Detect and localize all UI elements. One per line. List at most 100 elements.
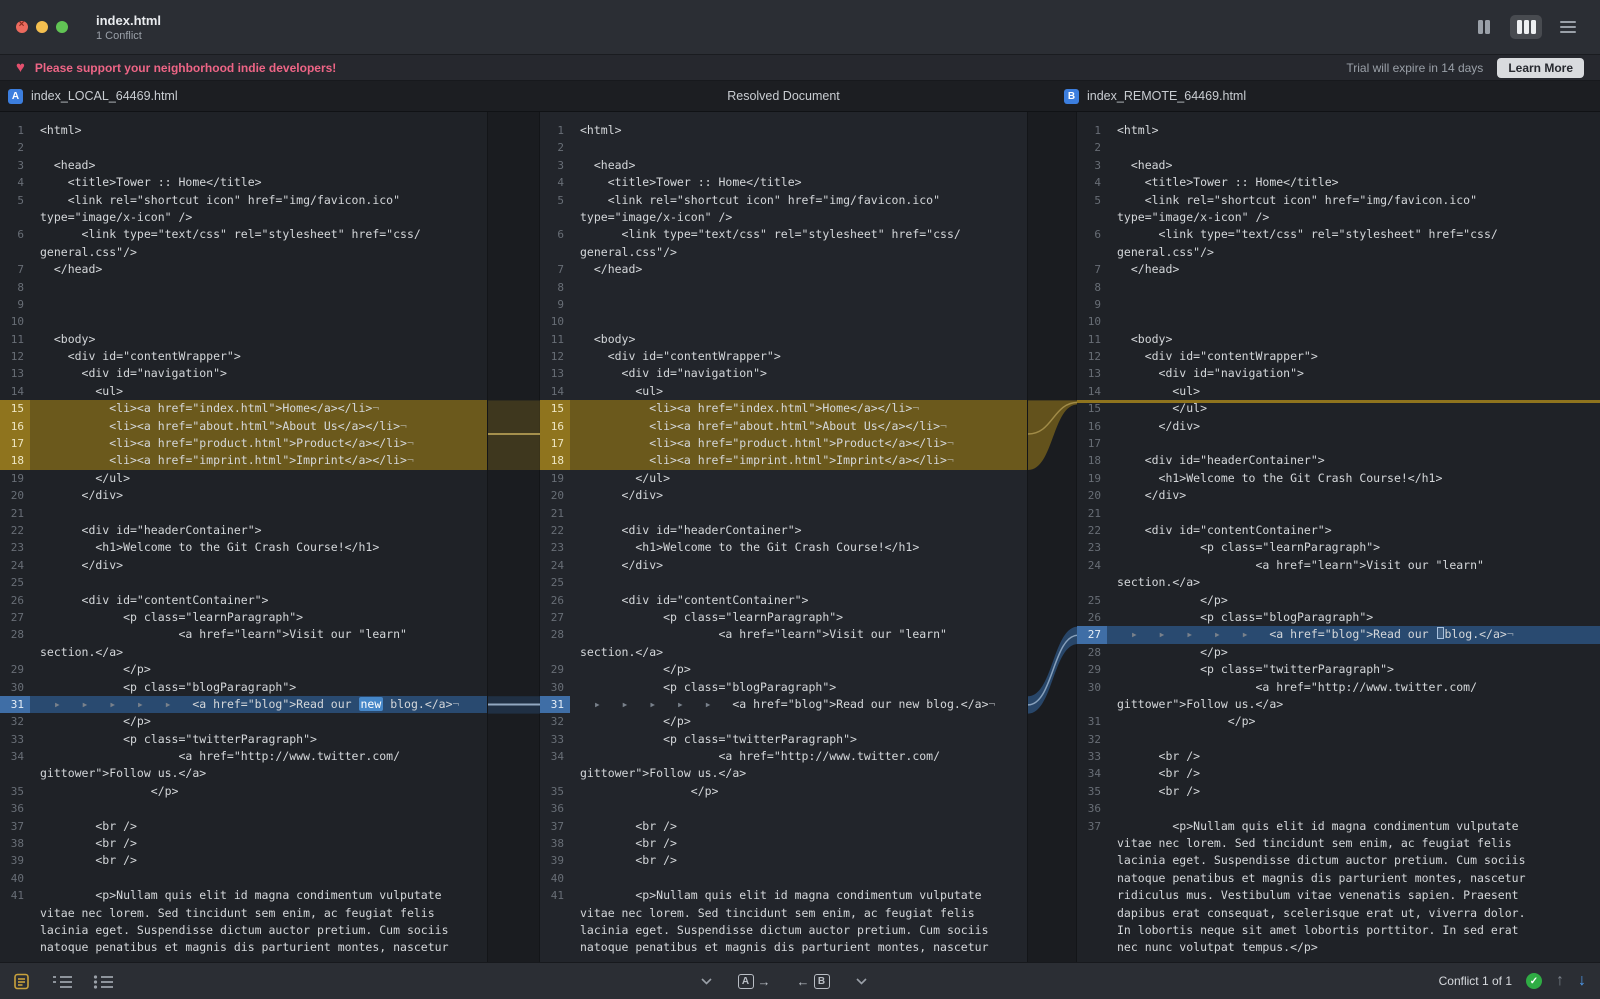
diff-change-row[interactable]: 18 <li><a href="imprint.html">Imprint</a… [0, 452, 487, 469]
diff-change-row[interactable]: 17 <li><a href="product.html">Product</a… [540, 435, 1027, 452]
code-text: <a href="learn">Visit our "learn" [570, 626, 1027, 643]
code-text: <br /> [1107, 783, 1600, 800]
list-style-button[interactable] [93, 974, 114, 989]
diff-change-row[interactable]: 31 ▸ ▸ ▸ ▸ ▸ <a href="blog">Read our new… [0, 696, 487, 713]
code-text: <html> [1107, 122, 1600, 139]
line-number: 3 [540, 157, 570, 174]
code-row: lacinia eget. Suspendisse dictum auctor … [540, 922, 1027, 939]
code-row: 9 [540, 296, 1027, 313]
code-row: natoque penatibus et magnis dis parturie… [1077, 870, 1600, 887]
close-button[interactable] [16, 21, 28, 33]
code-pane-local[interactable]: 1<html>23 <head>4 <title>Tower :: Home</… [0, 112, 487, 962]
code-text: <body> [570, 331, 1027, 348]
code-text: <div id="contentWrapper"> [30, 348, 487, 365]
remote-filename: index_REMOTE_64469.html [1087, 89, 1246, 103]
diff-change-row[interactable]: 15 <li><a href="index.html">Home</a></li… [540, 400, 1027, 417]
code-row: In lobortis neque sit amet lobortis port… [1077, 922, 1600, 939]
change-connector-blue[interactable] [488, 696, 541, 713]
line-number: 29 [1077, 661, 1107, 678]
code-pane-remote[interactable]: 1<html>23 <head>4 <title>Tower :: Home</… [1077, 112, 1600, 962]
document-changes-button[interactable] [14, 973, 32, 990]
line-number: 10 [1077, 313, 1107, 330]
minimize-button[interactable] [36, 21, 48, 33]
code-text [1107, 279, 1600, 296]
take-a-button[interactable]: A → [738, 974, 771, 989]
code-row: 3 <head> [1077, 157, 1600, 174]
code-text: <p class="learnParagraph"> [570, 609, 1027, 626]
line-number: 16 [0, 418, 30, 435]
code-text: <head> [570, 157, 1027, 174]
change-connector-gold[interactable] [1028, 400, 1078, 470]
line-number [0, 644, 30, 661]
code-text: <br /> [30, 852, 487, 869]
code-text: <li><a href="product.html">Product</a></… [30, 435, 487, 452]
zoom-button[interactable] [56, 21, 68, 33]
change-connector-blue[interactable] [1028, 627, 1078, 714]
line-number: 19 [1077, 470, 1107, 487]
next-conflict-button[interactable]: ↓ [1578, 973, 1586, 989]
code-row: ridiculus mus. Vestibulum vitae venenati… [1077, 887, 1600, 904]
code-text: <html> [30, 122, 487, 139]
code-text [30, 296, 487, 313]
line-number: 33 [0, 731, 30, 748]
code-row: 35 </p> [0, 783, 487, 800]
choose-a-options-chevron[interactable] [701, 978, 712, 985]
code-text: </div> [30, 487, 487, 504]
line-number: 22 [1077, 522, 1107, 539]
change-connector-gold[interactable] [488, 400, 541, 470]
three-pane-layout-icon[interactable] [1510, 15, 1542, 39]
line-number: 9 [1077, 296, 1107, 313]
line-number: 28 [0, 626, 30, 643]
code-row: 12 <div id="contentWrapper"> [0, 348, 487, 365]
line-number: 40 [540, 870, 570, 887]
code-area: 1<html>23 <head>4 <title>Tower :: Home</… [0, 112, 1600, 962]
diff-change-row[interactable]: 15 <li><a href="index.html">Home</a></li… [0, 400, 487, 417]
code-row: 19 <h1>Welcome to the Git Crash Course!<… [1077, 470, 1600, 487]
code-text [570, 279, 1027, 296]
code-row: 35 <br /> [1077, 783, 1600, 800]
arrow-left-icon: ← [797, 974, 810, 989]
code-row: 11 <body> [1077, 331, 1600, 348]
code-text: </p> [1107, 713, 1600, 730]
take-b-button[interactable]: ← B [797, 974, 830, 989]
diff-change-row[interactable]: 16 <li><a href="about.html">About Us</a>… [540, 418, 1027, 435]
diff-change-row[interactable]: 18 <li><a href="imprint.html">Imprint</a… [540, 452, 1027, 469]
line-number: 28 [1077, 644, 1107, 661]
line-numbers-button[interactable] [52, 974, 73, 989]
line-number: 32 [0, 713, 30, 730]
diff-change-row[interactable]: 16 <li><a href="about.html">About Us</a>… [0, 418, 487, 435]
choose-b-options-chevron[interactable] [856, 978, 867, 985]
line-number: 30 [540, 679, 570, 696]
two-pane-layout-icon[interactable] [1468, 15, 1500, 39]
line-number: 27 [0, 609, 30, 626]
code-text: <title>Tower :: Home</title> [570, 174, 1027, 191]
diff-change-row[interactable]: 27 ▸ ▸ ▸ ▸ ▸ <a href="blog">Read our blo… [1077, 626, 1600, 643]
code-text: <link type="text/css" rel="stylesheet" h… [30, 226, 487, 243]
conflict-status-label: Conflict 1 of 1 [1439, 974, 1512, 988]
code-text [570, 313, 1027, 330]
code-row: 35 </p> [540, 783, 1027, 800]
diff-change-row[interactable]: 17 <li><a href="product.html">Product</a… [0, 435, 487, 452]
previous-conflict-button[interactable]: ↑ [1556, 973, 1564, 989]
code-text: </div> [570, 487, 1027, 504]
resolved-check-icon: ✓ [1526, 973, 1542, 989]
line-number [0, 765, 30, 782]
code-row: type="image/x-icon" /> [0, 209, 487, 226]
line-number: 6 [1077, 226, 1107, 243]
learn-more-button[interactable]: Learn More [1497, 58, 1584, 78]
line-number: 32 [540, 713, 570, 730]
code-text [30, 574, 487, 591]
code-text: section.</a> [1107, 574, 1600, 591]
line-number [540, 905, 570, 922]
code-pane-resolved[interactable]: 1<html>23 <head>4 <title>Tower :: Home</… [540, 112, 1027, 962]
diff-change-row[interactable]: 15 </ul> [1077, 400, 1600, 417]
code-row: 33 <p class="twitterParagraph"> [0, 731, 487, 748]
code-row: 6 <link type="text/css" rel="stylesheet"… [1077, 226, 1600, 243]
code-text: <br /> [1107, 765, 1600, 782]
code-text: <a href="http://www.twitter.com/ [1107, 679, 1600, 696]
line-number: 6 [540, 226, 570, 243]
diff-change-row[interactable]: 31 ▸ ▸ ▸ ▸ ▸ <a href="blog">Read our new… [540, 696, 1027, 713]
code-row: 32 </p> [0, 713, 487, 730]
code-row: 34 <a href="http://www.twitter.com/ [0, 748, 487, 765]
unified-layout-icon[interactable] [1552, 15, 1584, 39]
